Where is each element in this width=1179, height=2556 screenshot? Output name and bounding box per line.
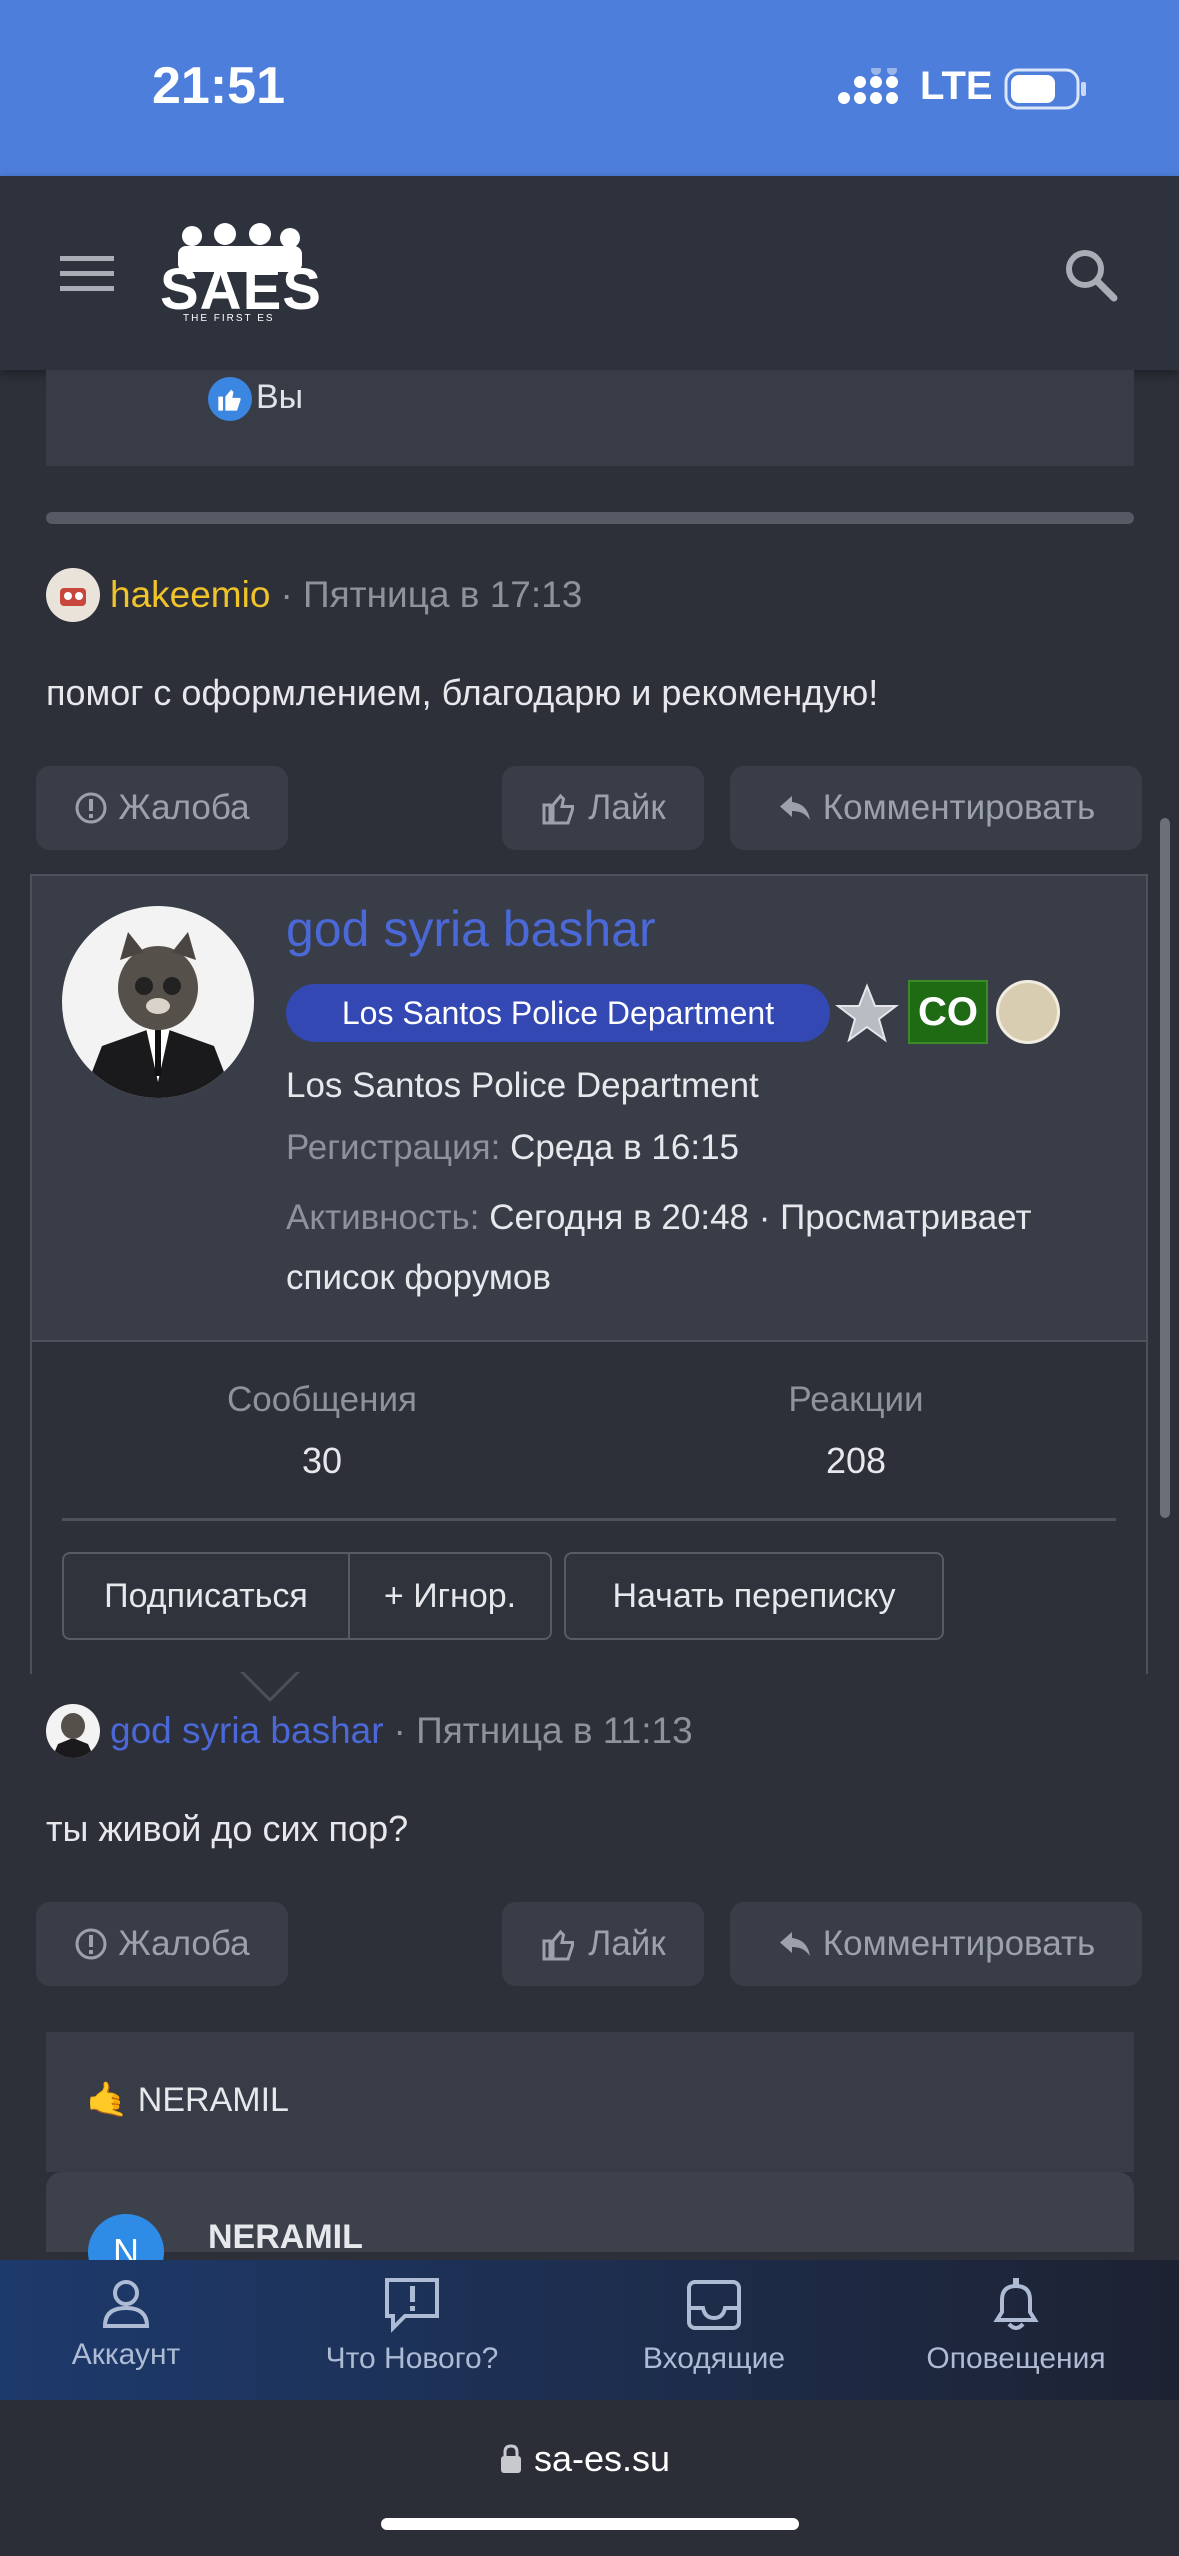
reply-author[interactable]: NERAMIL: [208, 2218, 363, 2257]
post-meta: god syria bashar · Пятница в 11:13: [46, 1704, 693, 1758]
alert-icon: [75, 1928, 107, 1960]
avatar[interactable]: [46, 1704, 100, 1758]
registration-value: Среда в 16:15: [510, 1128, 740, 1167]
reply-icon: [779, 1932, 810, 1956]
hamburger-icon[interactable]: [60, 254, 114, 294]
follow-button[interactable]: Подписаться: [62, 1552, 350, 1640]
tab-label: Аккаунт: [71, 2338, 181, 2371]
post-time[interactable]: · Пятница в 11:13: [394, 1710, 693, 1752]
tab-label: Оповещения: [926, 2342, 1106, 2375]
stat-reactions-value[interactable]: 208: [706, 1440, 1006, 1482]
profile-name[interactable]: god syria bashar: [286, 900, 656, 958]
comment-button[interactable]: Комментировать: [730, 1902, 1142, 1986]
stat-messages-value[interactable]: 30: [172, 1440, 472, 1482]
tab-label: Что Нового?: [325, 2342, 499, 2375]
network-label: LTE: [920, 64, 993, 108]
activity-value: Сегодня в 20:48 · Просматривает: [489, 1198, 1032, 1237]
activity-row: Активность: Сегодня в 20:48 · Просматрив…: [286, 1198, 1032, 1238]
registration-label: Регистрация:: [286, 1128, 501, 1167]
thumbs-up-icon: [542, 793, 575, 825]
logo-subtitle: THE FIRST ES: [183, 313, 275, 324]
stat-reactions-label: Реакции: [788, 1380, 924, 1419]
start-conversation-button[interactable]: Начать переписку: [564, 1552, 944, 1640]
address-field[interactable]: sa-es.su: [500, 2438, 670, 2480]
activity-value-continued: список форумов: [286, 1258, 551, 1297]
stat-messages-label: Сообщения: [227, 1380, 417, 1419]
previous-reactions-box: [46, 370, 1134, 466]
post-text: помог с оформлением, благодарю и рекомен…: [46, 672, 879, 713]
activity-label: Активность:: [286, 1198, 480, 1237]
tab-notifications[interactable]: Оповещения: [886, 2276, 1146, 2376]
comment-label: Комментировать: [822, 788, 1096, 827]
comment-label: Комментировать: [822, 1924, 1096, 1963]
tab-account[interactable]: Аккаунт: [0, 2276, 256, 2372]
post-author[interactable]: god syria bashar: [110, 1710, 384, 1752]
like-label: Лайк: [588, 1924, 666, 1963]
star-badge-icon: [835, 983, 899, 1043]
reply-block-title[interactable]: 🤙 NERAMIL: [86, 2080, 289, 2120]
post-divider: [46, 512, 1134, 524]
signal-icon: [838, 68, 898, 104]
like-reaction-icon: [208, 377, 252, 421]
report-button[interactable]: Жалоба: [36, 1902, 288, 1986]
account-icon: [102, 2280, 150, 2328]
status-time: 21:51: [152, 57, 285, 115]
like-label: Лайк: [588, 788, 666, 827]
tab-label: Входящие: [642, 2342, 786, 2375]
group-badge: Los Santos Police Department: [286, 984, 830, 1042]
lock-icon: [501, 2444, 521, 2473]
card-pointer-inner: [242, 1670, 298, 1698]
search-icon[interactable]: [1064, 248, 1118, 302]
reply-icon: [779, 796, 810, 820]
rank-badge: CO: [908, 980, 988, 1044]
post-meta: hakeemio · Пятница в 17:13: [46, 568, 582, 622]
reaction-users[interactable]: Вы: [256, 378, 303, 417]
whats-new-icon: [385, 2278, 439, 2333]
avatar[interactable]: [46, 568, 100, 622]
alert-icon: [75, 792, 107, 824]
post-author[interactable]: hakeemio: [110, 574, 270, 616]
report-button[interactable]: Жалоба: [36, 766, 288, 850]
battery-icon: [1004, 68, 1086, 110]
profile-title: Los Santos Police Department: [286, 1066, 759, 1105]
status-bar: 21:51 LTE: [0, 0, 1179, 176]
thumbs-up-icon: [542, 1929, 575, 1961]
url-text: sa-es.su: [534, 2438, 671, 2479]
like-button[interactable]: Лайк: [502, 1902, 704, 1986]
report-label: Жалоба: [118, 1924, 250, 1963]
ignore-button[interactable]: + Игнор.: [348, 1552, 552, 1640]
post-time[interactable]: · Пятница в 17:13: [280, 574, 582, 616]
bell-icon: [993, 2278, 1039, 2330]
post-text: ты живой до сих пор?: [46, 1808, 409, 1849]
comment-button[interactable]: Комментировать: [730, 766, 1142, 850]
scrollbar[interactable]: [1160, 818, 1170, 1518]
like-button[interactable]: Лайк: [502, 766, 704, 850]
card-separator: [62, 1518, 1116, 1521]
home-indicator[interactable]: [381, 2518, 799, 2530]
tab-inbox[interactable]: Входящие: [584, 2276, 844, 2376]
tab-whats-new[interactable]: Что Нового?: [282, 2276, 542, 2376]
report-label: Жалоба: [118, 788, 250, 827]
inbox-icon: [687, 2280, 741, 2330]
profile-avatar[interactable]: [62, 906, 254, 1098]
department-seal-icon: [996, 980, 1060, 1044]
registration-row: Регистрация: Среда в 16:15: [286, 1128, 739, 1168]
